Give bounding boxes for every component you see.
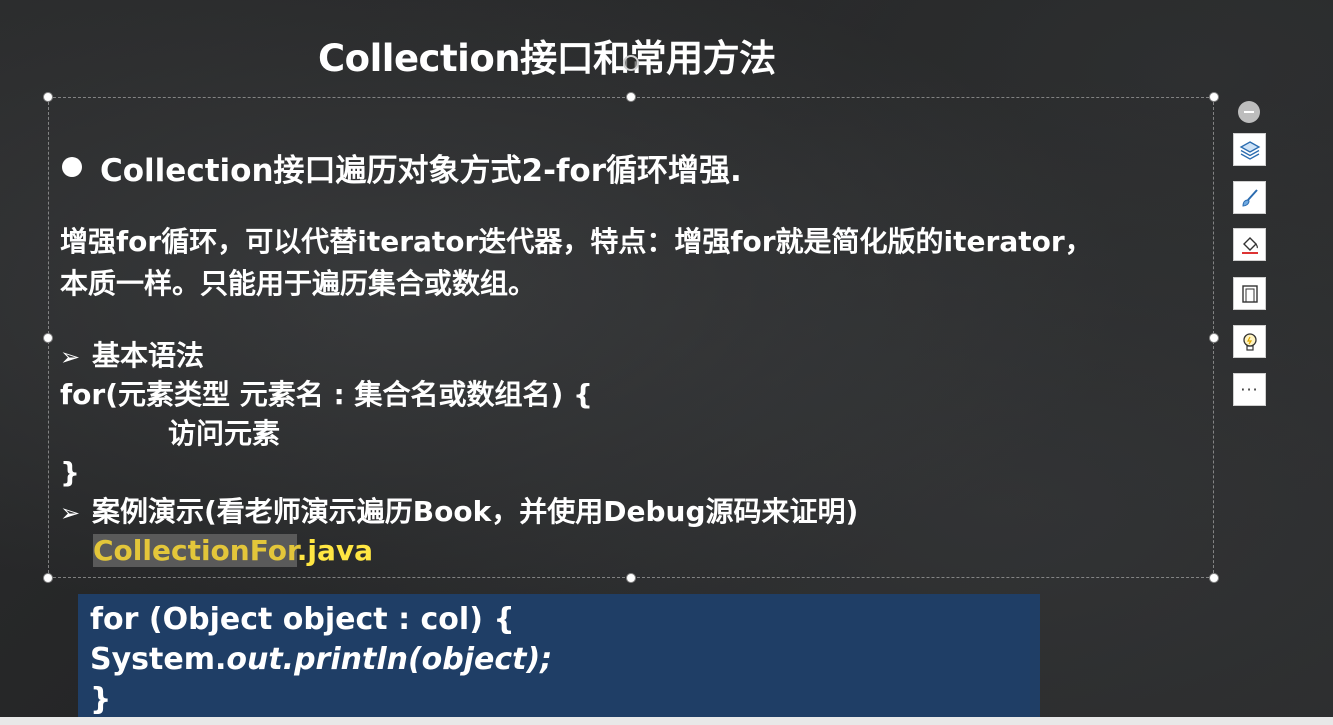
- syntax-line-1: for(元素类型 元素名 : 集合名或数组名) {: [60, 378, 593, 411]
- bullet-dot-icon: [62, 157, 82, 177]
- demo-file-ext: .java: [296, 534, 374, 567]
- fill-button[interactable]: [1233, 228, 1266, 261]
- bottom-edge-strip: [0, 717, 1333, 725]
- code-block: for (Object object : col) { System.out.p…: [78, 594, 1040, 725]
- arrow-bullet-icon: ➢: [60, 343, 81, 371]
- syntax-line-3: }: [60, 456, 80, 489]
- frame-icon: [1241, 284, 1258, 303]
- demo-file: CollectionFor.java: [60, 531, 858, 570]
- arrow-bullet-icon: ➢: [60, 499, 81, 527]
- code-line-2-prefix: System.: [90, 642, 227, 677]
- demo-line: ➢ 案例演示(看老师演示遍历Book，并使用Debug源码来证明): [60, 492, 858, 531]
- syntax-header: ➢ 基本语法: [60, 336, 858, 375]
- rotate-handle[interactable]: [623, 55, 639, 71]
- resize-handle-top-right[interactable]: [1209, 92, 1219, 102]
- bullet-heading-text: Collection接口遍历对象方式2-for循环增强.: [100, 153, 742, 189]
- paint-bucket-icon: [1241, 236, 1258, 254]
- resize-handle-bottom-right[interactable]: [1209, 573, 1219, 583]
- resize-handle-bottom-left[interactable]: [43, 573, 53, 583]
- code-line-2-call: out.println(object);: [226, 642, 553, 677]
- lightbulb-icon: [1242, 332, 1257, 351]
- minus-circle-icon[interactable]: [1238, 101, 1260, 123]
- resize-handle-top-left[interactable]: [43, 92, 53, 102]
- resize-handle-top-middle[interactable]: [626, 92, 636, 102]
- paintbrush-icon: [1241, 188, 1258, 207]
- demo-line-text: 案例演示(看老师演示遍历Book，并使用Debug源码来证明): [92, 495, 859, 528]
- syntax-section: ➢ 基本语法 for(元素类型 元素名 : 集合名或数组名) { 访问元素 } ➢…: [60, 336, 858, 570]
- brush-button[interactable]: [1233, 181, 1266, 214]
- resize-handle-middle-left[interactable]: [43, 333, 53, 343]
- layers-icon: [1239, 140, 1260, 160]
- demo-file-name: CollectionFor: [93, 534, 297, 567]
- resize-handle-bottom-middle[interactable]: [626, 573, 636, 583]
- more-options-button[interactable]: ···: [1233, 373, 1266, 406]
- resize-handle-middle-right[interactable]: [1209, 333, 1219, 343]
- frame-button[interactable]: [1233, 277, 1266, 310]
- code-line-1: for (Object object : col) {: [90, 602, 515, 637]
- paragraph-line-2: 本质一样。只能用于遍历集合或数组。: [60, 267, 537, 300]
- syntax-line-2: 访问元素: [168, 417, 281, 450]
- code-line-3: }: [90, 682, 112, 717]
- layers-button[interactable]: [1233, 133, 1266, 166]
- idea-button[interactable]: [1233, 325, 1266, 358]
- bullet-heading: Collection接口遍历对象方式2-for循环增强.: [62, 145, 742, 190]
- description-paragraph: 增强for循环，可以代替iterator迭代器，特点：增强for就是简化版的it…: [60, 221, 1093, 305]
- code-line-2: System.out.println(object);: [90, 640, 1028, 680]
- syntax-header-text: 基本语法: [92, 339, 205, 372]
- paragraph-line-1: 增强for循环，可以代替iterator迭代器，特点：增强for就是简化版的it…: [60, 225, 1093, 258]
- slide-title: Collection接口和常用方法: [318, 37, 776, 80]
